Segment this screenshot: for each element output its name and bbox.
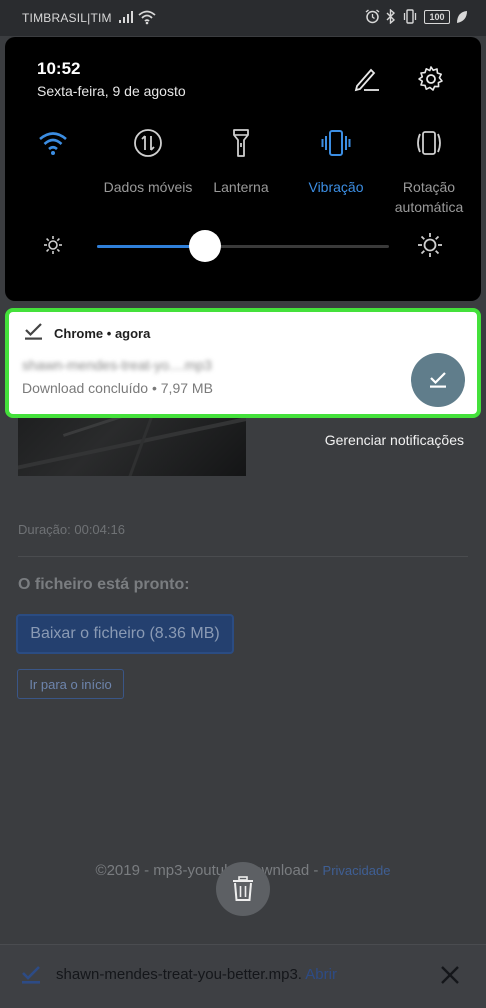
brightness-slider[interactable] bbox=[97, 230, 389, 262]
trash-icon bbox=[233, 876, 253, 901]
vibration-icon bbox=[321, 130, 351, 156]
duration-label: Duração: 00:04:16 bbox=[18, 522, 125, 537]
open-file-link[interactable]: Abrir bbox=[305, 966, 337, 983]
divider bbox=[18, 556, 468, 557]
tile-vibration-label: Vibração bbox=[308, 179, 364, 195]
download-filename: shawn-mendes-treat-you-better.mp3. Abrir bbox=[56, 966, 337, 983]
quick-settings-panel: 10:52 Sexta-feira, 9 de agosto Dados móv… bbox=[5, 37, 481, 301]
brightness-slider-thumb[interactable] bbox=[189, 230, 222, 262]
download-notification[interactable]: Chrome • agora shawn-mendes-treat-yo....… bbox=[5, 308, 481, 418]
manage-notifications-link[interactable]: Gerenciar notificações bbox=[325, 432, 464, 448]
wifi-icon bbox=[39, 132, 67, 155]
privacy-link[interactable]: Privacidade bbox=[323, 863, 391, 878]
tile-vibration[interactable]: Vibração bbox=[288, 127, 384, 197]
tile-flashlight[interactable]: Lanterna bbox=[193, 127, 289, 197]
footer-copyright: ©2019 - mp3-youtube.download - bbox=[95, 862, 319, 879]
tile-auto-rotate[interactable]: Rotação automática bbox=[381, 127, 477, 217]
download-done-icon bbox=[430, 372, 446, 388]
leaf-icon bbox=[457, 10, 467, 23]
tile-mobile-data[interactable]: Dados móveis bbox=[100, 127, 196, 197]
brightness-low-icon bbox=[44, 236, 62, 254]
alarm-icon bbox=[365, 9, 380, 24]
tile-wifi[interactable] bbox=[5, 127, 101, 177]
flashlight-icon bbox=[233, 129, 249, 157]
download-complete-icon bbox=[22, 966, 40, 984]
auto-rotate-icon bbox=[417, 131, 441, 155]
trash-button[interactable] bbox=[216, 862, 270, 916]
edit-icon[interactable] bbox=[353, 66, 381, 92]
status-bar: TIMBRASIL|TIM 100 bbox=[0, 0, 486, 36]
wifi-status-icon bbox=[138, 10, 156, 25]
clock: 10:52 bbox=[37, 59, 81, 78]
bluetooth-icon bbox=[386, 9, 396, 24]
notification-app-name: Chrome bbox=[54, 326, 104, 341]
download-bar: shawn-mendes-treat-you-better.mp3. Abrir bbox=[0, 944, 486, 1008]
notification-title: shawn-mendes-treat-yo....mp3 bbox=[22, 357, 212, 373]
date: Sexta-feira, 9 de agosto bbox=[37, 83, 186, 99]
download-filename-text: shawn-mendes-treat-you-better.mp3. bbox=[56, 966, 302, 983]
carrier-name: TIMBRASIL|TIM bbox=[22, 11, 112, 25]
brightness-high-icon bbox=[418, 233, 442, 257]
open-download-button[interactable] bbox=[411, 353, 465, 407]
notification-separator: • bbox=[106, 326, 112, 341]
close-icon[interactable] bbox=[438, 963, 462, 987]
vibrate-status-icon bbox=[403, 9, 417, 24]
notification-subtitle: Download concluído • 7,97 MB bbox=[22, 380, 213, 396]
notification-header: Chrome • agora bbox=[54, 326, 150, 341]
gear-icon[interactable] bbox=[417, 65, 445, 93]
notification-time: agora bbox=[114, 326, 151, 341]
tile-mobile-data-label: Dados móveis bbox=[103, 179, 193, 195]
ready-title: O ficheiro está pronto: bbox=[18, 576, 190, 593]
download-done-icon bbox=[25, 323, 42, 340]
mobile-data-icon bbox=[134, 129, 162, 157]
signal-icon bbox=[119, 11, 133, 23]
battery-indicator: 100 bbox=[424, 9, 450, 24]
download-file-button[interactable]: Baixar o ficheiro (8.36 MB) bbox=[16, 614, 234, 654]
tile-flashlight-label: Lanterna bbox=[213, 179, 269, 195]
go-home-button[interactable]: Ir para o início bbox=[17, 669, 124, 699]
tile-auto-rotate-label: Rotação automática bbox=[394, 179, 464, 215]
